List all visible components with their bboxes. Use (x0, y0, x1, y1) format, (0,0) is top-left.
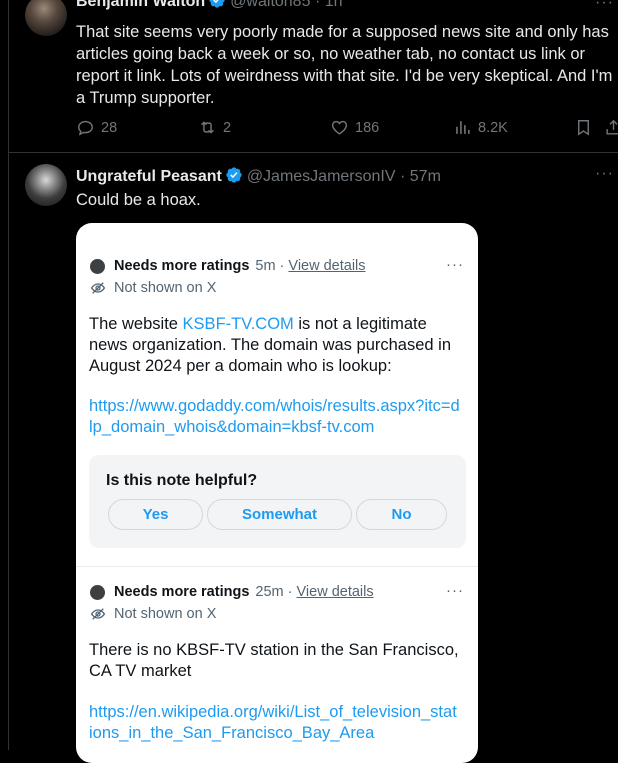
avatar[interactable] (25, 164, 67, 206)
note-time: 25m · (255, 584, 293, 600)
note-status: Needs more ratings (114, 584, 250, 600)
author-handle-time[interactable]: @JamesJamersonIV · 57m (247, 168, 441, 185)
note-more-icon[interactable]: ··· (446, 582, 464, 599)
verified-badge-icon (209, 0, 225, 8)
note-source-link[interactable]: https://en.wikipedia.org/wiki/List_of_te… (89, 702, 460, 744)
notes-divider (76, 566, 478, 567)
helpful-rating-panel: Is this note helpful? Yes Somewhat No (89, 455, 466, 548)
avatar[interactable] (25, 0, 67, 36)
repost-button[interactable]: 2 (198, 118, 231, 137)
heart-icon (331, 120, 348, 135)
status-dot-icon (90, 584, 105, 600)
yes-button[interactable]: Yes (108, 499, 203, 530)
views-icon (456, 121, 470, 134)
note-header: Needs more ratings 5m · View details (90, 258, 366, 274)
note-inline-link[interactable]: KSBF-TV.COM (183, 315, 294, 333)
somewhat-button[interactable]: Somewhat (207, 499, 352, 530)
eye-slash-icon (90, 282, 106, 294)
status-dot-icon (90, 258, 105, 274)
note-visibility: Not shown on X (90, 606, 216, 622)
author-name[interactable]: Ungrateful Peasant (76, 168, 222, 185)
tweet-text: Could be a hoax. (76, 191, 201, 209)
reply-count: 28 (101, 119, 118, 136)
note-text-before: The website (89, 315, 183, 333)
like-button[interactable]: 186 (330, 118, 379, 137)
share-icon (606, 119, 618, 135)
bookmark-button[interactable] (574, 118, 593, 137)
no-button[interactable]: No (356, 499, 447, 530)
verified-badge-icon (226, 167, 242, 183)
note-visibility-text: Not shown on X (114, 606, 217, 622)
more-options-icon[interactable]: ··· (595, 165, 614, 183)
note-visibility: Not shown on X (90, 280, 216, 296)
note-text: There is no KBSF-TV station in the San F… (89, 641, 459, 680)
tweet-header: Ungrateful Peasant @JamesJamersonIV · 57m (76, 166, 441, 186)
helpful-question: Is this note helpful? (106, 472, 258, 489)
views-button[interactable]: 8.2K (453, 118, 508, 137)
tweet-header: Benjamin Walton @walton85 · 1h (76, 0, 343, 11)
note-source-link[interactable]: https://www.godaddy.com/whois/results.as… (89, 396, 460, 438)
view-details-link[interactable]: View details (288, 258, 365, 274)
note-more-icon[interactable]: ··· (446, 256, 464, 273)
more-options-icon[interactable]: ··· (595, 0, 614, 12)
author-handle[interactable]: @walton85 (230, 0, 310, 10)
repost-count: 2 (223, 119, 232, 136)
like-count: 186 (355, 119, 380, 136)
tweet-time[interactable]: · 1h (315, 0, 343, 10)
reply-icon (78, 120, 93, 136)
note-time: 5m · (255, 258, 285, 274)
view-details-link[interactable]: View details (297, 584, 374, 600)
note-status: Needs more ratings (114, 258, 250, 274)
repost-icon (201, 121, 214, 134)
bookmark-icon (578, 120, 589, 136)
author-name[interactable]: Benjamin Walton (76, 0, 205, 10)
eye-slash-icon (90, 608, 106, 620)
views-count: 8.2K (478, 119, 508, 136)
reply-button[interactable]: 28 (76, 118, 117, 137)
share-button[interactable] (604, 118, 618, 137)
tweet-text: That site seems very poorly made for a s… (76, 23, 613, 107)
note-text: The website KSBF-TV.COM is not a legitim… (89, 314, 460, 377)
note-header: Needs more ratings 25m · View details (90, 584, 374, 600)
community-notes-card: Needs more ratings 5m · View details ···… (76, 223, 478, 763)
tweet-walton[interactable]: Benjamin Walton @walton85 · 1h ··· That s… (8, 0, 618, 152)
note-visibility-text: Not shown on X (114, 280, 217, 296)
tweet-actions: 28 2 186 8.2K (76, 118, 618, 140)
